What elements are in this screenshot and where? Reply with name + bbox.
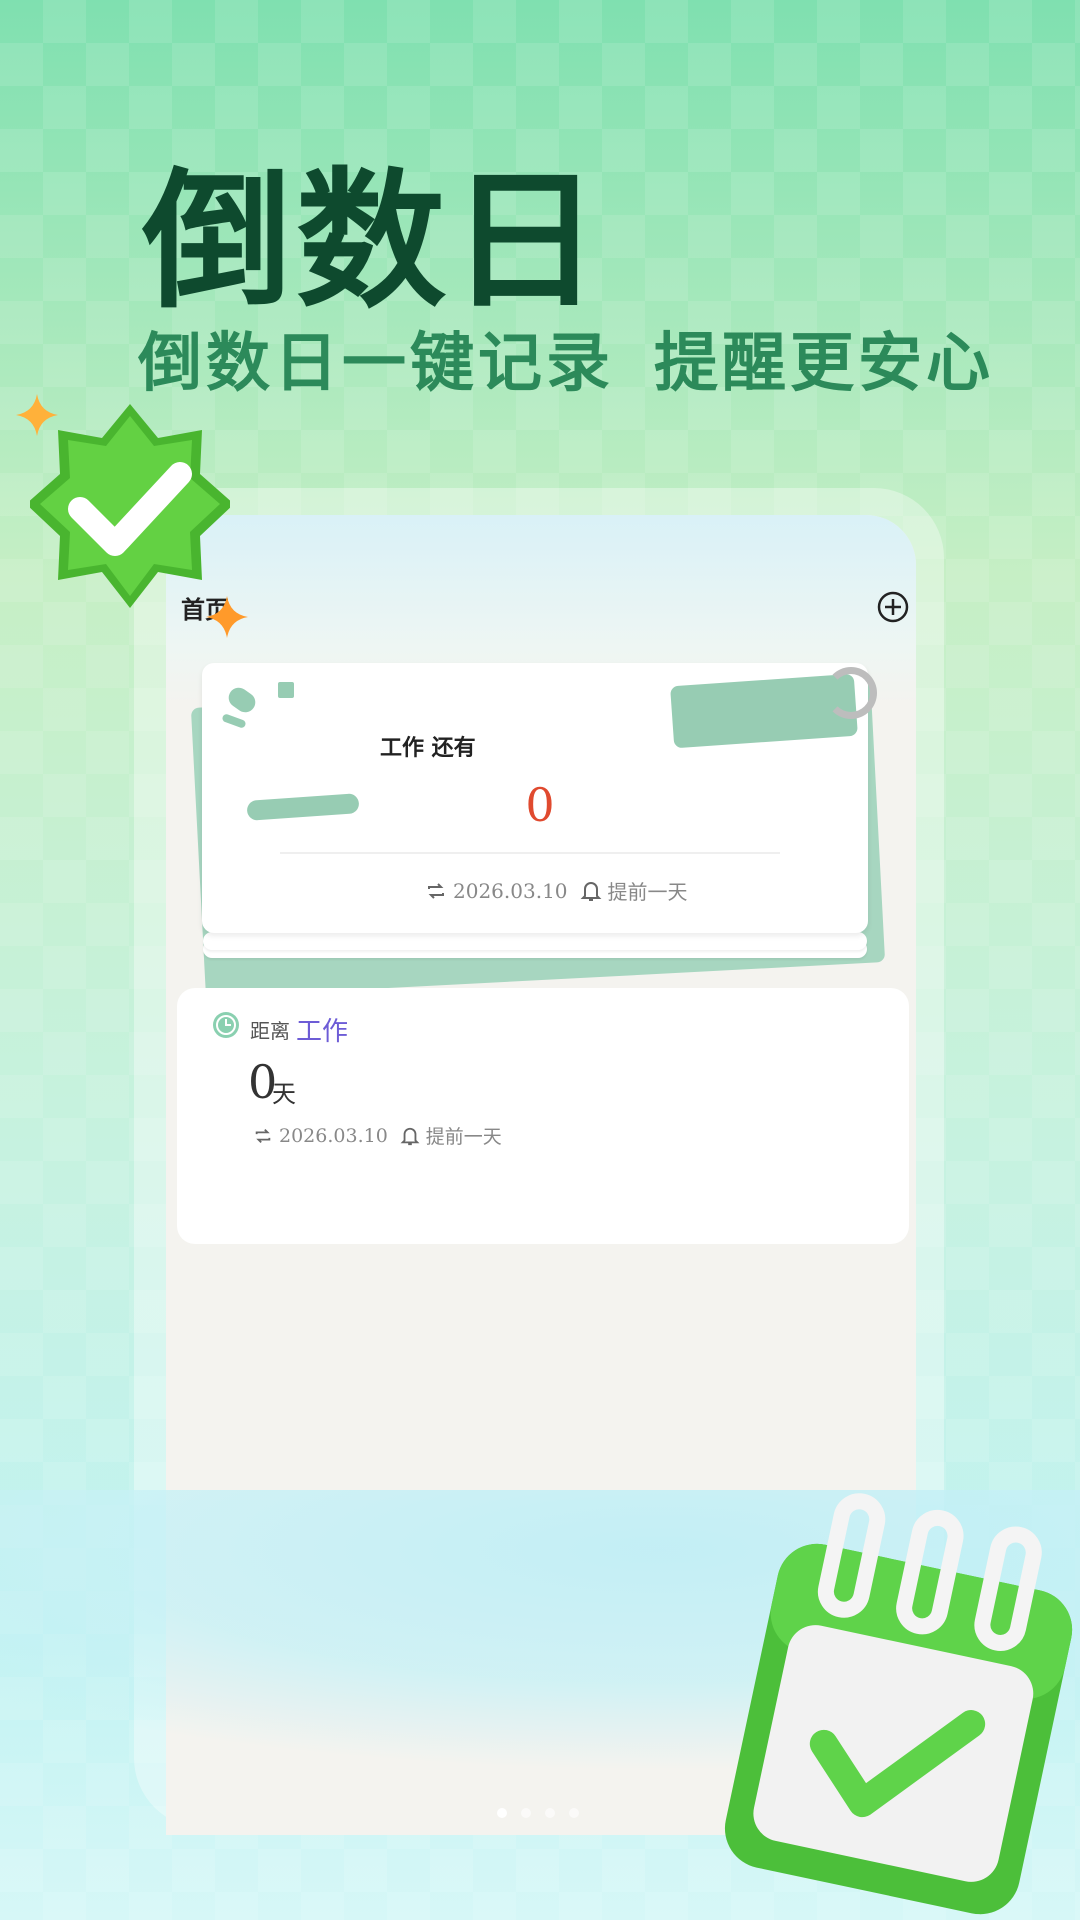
hero-subtitle-right: 提醒更安心 [654,327,994,401]
list-date: 2026.03.10 [279,1124,388,1147]
dash-decoration [278,682,294,698]
plus-circle-icon[interactable] [876,590,910,624]
check-badge-icon [30,404,230,608]
days-unit: 天 [272,1080,296,1108]
card-stack-layer [203,932,867,950]
featured-count: 0 [525,778,555,832]
featured-reminder: 提前一天 [607,880,688,904]
carousel-dot[interactable] [569,1808,579,1818]
ring-decoration [825,667,877,719]
featured-meta: 2026.03.10 提前一天 [425,876,688,905]
clock-icon [213,1012,239,1038]
list-reminder: 提前一天 [425,1126,502,1148]
sparkle-icon [16,394,58,436]
featured-date: 2026.03.10 [453,878,568,903]
sparkle-icon [206,596,248,638]
hero-title: 倒数日 [142,155,605,329]
repeat-icon [255,1128,271,1143]
hero-subtitle: 倒数日一键记录 提醒更安心 [138,312,994,404]
repeat-icon [428,882,444,899]
event-name: 工作 [296,1017,349,1047]
calendar-check-icon [724,1493,1073,1915]
featured-title: 工作 还有 [380,736,476,761]
carousel-dot[interactable] [545,1808,555,1818]
list-meta: 2026.03.10 提前一天 [253,1122,502,1149]
carousel-dot[interactable] [521,1808,531,1818]
carousel-dot[interactable] [497,1808,507,1818]
divider [280,852,780,854]
distance-label: 距离 [250,1019,290,1043]
hero-subtitle-left: 倒数日一键记录 [138,327,614,401]
bell-icon [580,881,601,901]
bell-icon [400,1127,420,1145]
carousel-indicator [497,1808,579,1818]
